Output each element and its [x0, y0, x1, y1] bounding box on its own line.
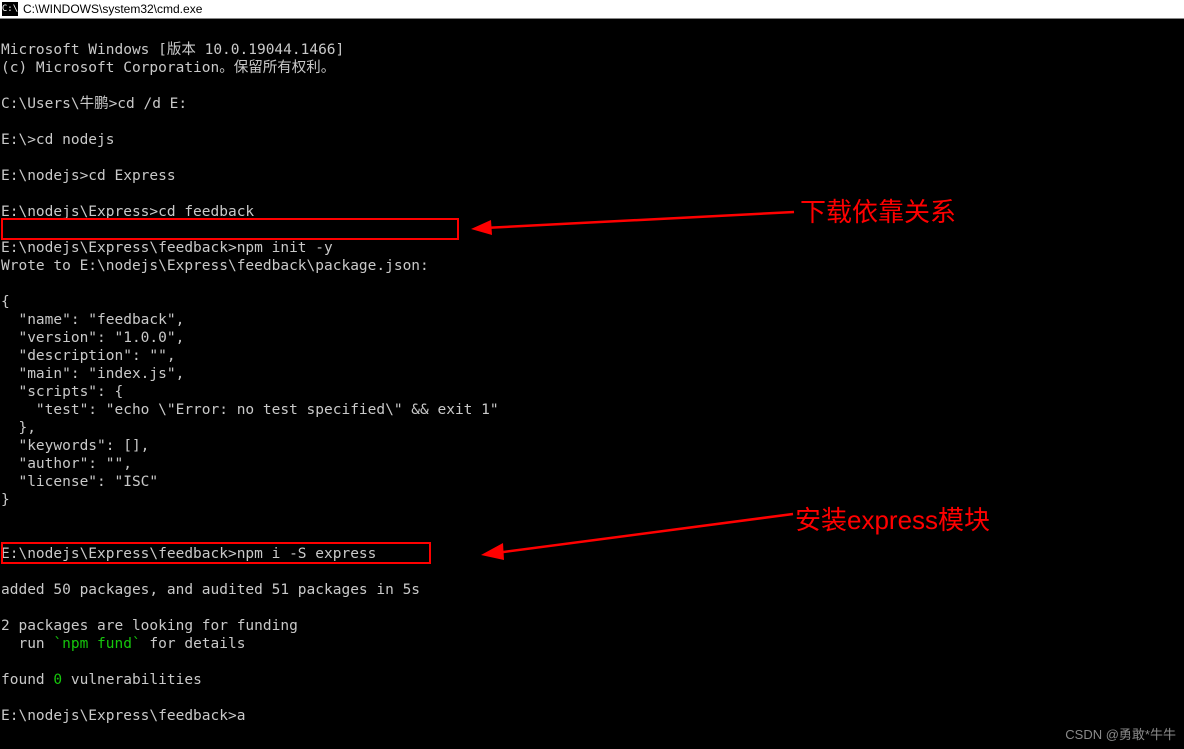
output-highlight: 0: [53, 672, 62, 688]
output-line: vulnerabilities: [62, 672, 202, 688]
output-line: {: [1, 294, 10, 310]
prompt-line: E:\>cd nodejs: [1, 132, 115, 148]
output-line: }: [1, 492, 10, 508]
output-line: "test": "echo \"Error: no test specified…: [1, 402, 499, 418]
output-line: "description": "",: [1, 348, 176, 364]
output-highlight: `npm fund`: [53, 636, 140, 652]
output-line: found: [1, 672, 53, 688]
prompt-line: E:\nodejs>cd Express: [1, 168, 176, 184]
prompt-line: E:\nodejs\Express\feedback>npm i -S expr…: [1, 546, 376, 562]
watermark: CSDN @勇敢*牛牛: [1065, 724, 1176, 743]
output-line: "keywords": [],: [1, 438, 149, 454]
cmd-icon: C:\: [2, 2, 18, 16]
output-line: "license": "ISC": [1, 474, 158, 490]
output-line: "author": "",: [1, 456, 132, 472]
prompt-line: E:\nodejs\Express>cd feedback: [1, 204, 254, 220]
annotation-download-deps: 下载依靠关系: [800, 192, 956, 229]
output-line: Microsoft Windows [版本 10.0.19044.1466]: [1, 42, 344, 58]
output-line: Wrote to E:\nodejs\Express\feedback\pack…: [1, 258, 429, 274]
output-line: "version": "1.0.0",: [1, 330, 184, 346]
prompt-line: E:\nodejs\Express\feedback>npm init -y: [1, 240, 333, 256]
output-line: 2 packages are looking for funding: [1, 618, 298, 634]
output-line: for details: [141, 636, 246, 652]
output-line: },: [1, 420, 36, 436]
prompt-line: E:\nodejs\Express\feedback>a: [1, 708, 245, 724]
output-line: "name": "feedback",: [1, 312, 184, 328]
prompt-line: C:\Users\牛鹏>cd /d E:: [1, 96, 187, 112]
output-line: run: [1, 636, 53, 652]
window-title: C:\WINDOWS\system32\cmd.exe: [23, 2, 202, 16]
window-titlebar: C:\ C:\WINDOWS\system32\cmd.exe: [0, 0, 1184, 19]
output-line: added 50 packages, and audited 51 packag…: [1, 582, 420, 598]
output-line: (c) Microsoft Corporation。保留所有权利。: [1, 60, 335, 76]
annotation-install-express: 安装express模块: [795, 500, 990, 537]
output-line: "scripts": {: [1, 384, 123, 400]
terminal-output[interactable]: Microsoft Windows [版本 10.0.19044.1466] (…: [0, 19, 1184, 729]
output-line: "main": "index.js",: [1, 366, 184, 382]
